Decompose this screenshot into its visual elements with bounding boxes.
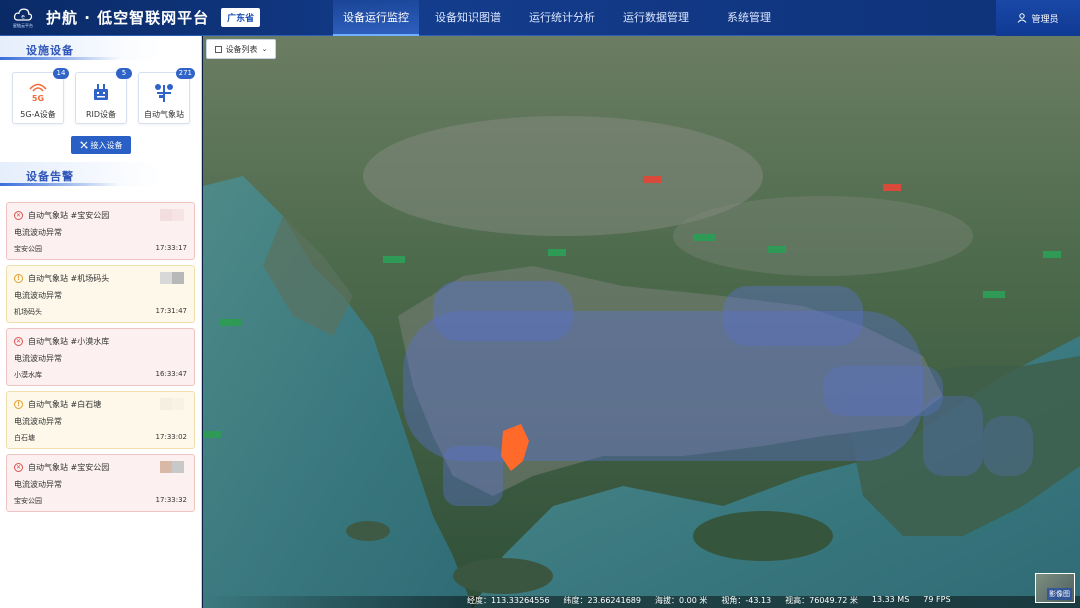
cloud-logo-icon: e: [13, 8, 33, 21]
alarm-location: 白石塘: [14, 434, 35, 442]
map-status-bar: 经度：113.33264556 纬度：23.66241689 海拔：0.00 米…: [467, 595, 965, 607]
warning-icon: !: [14, 273, 23, 283]
5g-signal-icon: 5G: [25, 81, 51, 103]
alarm-thumbnail: [160, 272, 184, 284]
device-card-5g[interactable]: 5G 5G-A设备 14: [12, 68, 69, 124]
nav-tab-knowledge-graph[interactable]: 设备知识图谱: [425, 0, 511, 36]
alarm-item[interactable]: ✕ 自动气象站 #宝安公园 电流波动异常 宝安公园 17:33:32: [6, 454, 195, 512]
list-icon: [214, 45, 222, 53]
alarm-title: 自动气象站 #白石塘: [28, 399, 102, 409]
device-card-label: 自动气象站: [144, 110, 184, 119]
svg-text:e: e: [21, 14, 25, 20]
top-header: e 星链云平台 护航 · 低空智联网平台 广东省 设备运行监控 设备知识图谱 运…: [0, 0, 1080, 36]
error-icon: ✕: [14, 210, 23, 220]
device-count-badge: 5: [116, 68, 132, 79]
alarm-description: 电流波动异常: [14, 417, 62, 426]
status-longitude: 经度：113.33264556: [467, 596, 550, 605]
svg-text:5G: 5G: [32, 94, 44, 103]
user-name: 管理员: [1031, 14, 1059, 25]
image-layer-switch[interactable]: 影像图: [1035, 573, 1075, 603]
alarm-location: 宝安公园: [14, 245, 42, 253]
logo-subtext: 星链云平台: [13, 23, 33, 28]
region-selector[interactable]: 广东省: [221, 8, 261, 27]
app-root: e 星链云平台 护航 · 低空智联网平台 广东省 设备运行监控 设备知识图谱 运…: [0, 0, 1080, 608]
alarm-title: 自动气象站 #宝安公园: [28, 462, 110, 472]
alarms-section-title: 设备告警: [26, 170, 74, 183]
section-underline: [0, 183, 120, 186]
alarm-thumbnail: [160, 398, 184, 410]
device-cards: 5G 5G-A设备 14 RID设备 5 自动气象站 271: [0, 60, 201, 124]
status-altitude: 海拔：0.00 米: [654, 596, 708, 605]
connect-device-button[interactable]: 接入设备: [71, 136, 131, 154]
image-layer-label: 影像图: [1047, 588, 1072, 600]
alarm-location: 宝安公园: [14, 497, 42, 505]
alarm-title: 自动气象站 #小漠水库: [28, 336, 110, 346]
alarm-description: 电流波动异常: [14, 228, 62, 237]
user-icon: [1018, 13, 1027, 23]
alarm-title: 自动气象站 #宝安公园: [28, 210, 110, 220]
satellite-map[interactable]: [203, 36, 1080, 608]
alarm-thumbnail: [160, 461, 184, 473]
rid-device-icon: [88, 81, 114, 103]
alarm-time: 17:33:32: [155, 496, 187, 504]
alarms-section-header: 设备告警: [0, 162, 201, 186]
device-card-label: 5G-A设备: [20, 110, 56, 119]
map-view[interactable]: 设备列表 ⌄ 经度：113.33264556 纬度：23.66241689 海拔…: [203, 36, 1080, 608]
alarm-location: 小漠水库: [14, 371, 42, 379]
status-pitch: 视角：-43.13: [721, 596, 772, 605]
alarm-item[interactable]: ! 自动气象站 #白石塘 电流波动异常 白石塘 17:33:02: [6, 391, 195, 449]
nav-tab-device-monitor[interactable]: 设备运行监控: [333, 0, 419, 36]
main-nav: 设备运行监控 设备知识图谱 运行统计分析 运行数据管理 系统管理: [333, 0, 785, 36]
status-view-height: 视高：76049.72 米: [785, 596, 858, 605]
warning-icon: !: [14, 399, 23, 409]
nav-tab-system-management[interactable]: 系统管理: [717, 0, 781, 36]
alarm-item[interactable]: ✕ 自动气象站 #小漠水库 电流波动异常 小漠水库 16:33:47: [6, 328, 195, 386]
device-card-label: RID设备: [85, 110, 117, 119]
device-count-badge: 14: [53, 68, 69, 79]
devices-section-header: 设施设备: [0, 36, 201, 60]
alarm-description: 电流波动异常: [14, 291, 62, 300]
alarm-time: 17:33:02: [155, 433, 187, 441]
alarm-title: 自动气象站 #机场码头: [28, 273, 110, 283]
device-card-weather-station[interactable]: 自动气象站 271: [138, 68, 195, 124]
alarm-list: ✕ 自动气象站 #宝安公园 电流波动异常 宝安公园 17:33:17 ! 自动气象站 …: [0, 186, 201, 512]
devices-section-title: 设施设备: [26, 44, 74, 57]
alarm-item[interactable]: ✕ 自动气象站 #宝安公园 电流波动异常 宝安公园 17:33:17: [6, 202, 195, 260]
status-latitude: 纬度：23.66241689: [563, 596, 641, 605]
nav-tab-data-management[interactable]: 运行数据管理: [613, 0, 699, 36]
alarm-item[interactable]: ! 自动气象站 #机场码头 电流波动异常 机场码头 17:31:47: [6, 265, 195, 323]
error-icon: ✕: [14, 462, 23, 472]
left-panel: 设施设备 5G 5G-A设备 14 RID设备 5 自动气象站 271 接入设备…: [0, 36, 202, 608]
error-icon: ✕: [14, 336, 23, 346]
status-fps: 79 FPS: [923, 595, 951, 604]
user-menu[interactable]: 管理员: [996, 0, 1080, 36]
connect-device-label: 接入设备: [90, 140, 123, 150]
alarm-time: 17:33:17: [155, 244, 187, 252]
chevron-down-icon: ⌄: [261, 45, 268, 53]
app-title: 护航 · 低空智联网平台: [46, 9, 210, 27]
logo: e 星链云平台: [8, 5, 38, 31]
alarm-description: 电流波动异常: [14, 354, 62, 363]
device-list-button[interactable]: 设备列表 ⌄: [206, 39, 276, 59]
alarm-thumbnail: [160, 209, 184, 221]
alarm-time: 16:33:47: [155, 370, 187, 378]
alarm-time: 17:31:47: [155, 307, 187, 315]
device-list-label: 设备列表: [225, 44, 258, 54]
weather-station-icon: [151, 81, 177, 103]
nav-tab-statistics[interactable]: 运行统计分析: [519, 0, 605, 36]
alarm-description: 电流波动异常: [14, 480, 62, 489]
connect-icon: [80, 141, 87, 149]
device-count-badge: 271: [175, 68, 195, 79]
device-card-rid[interactable]: RID设备 5: [75, 68, 132, 124]
section-underline: [0, 57, 120, 60]
alarm-location: 机场码头: [14, 308, 42, 316]
status-frame-time: 13.33 MS: [871, 595, 910, 604]
